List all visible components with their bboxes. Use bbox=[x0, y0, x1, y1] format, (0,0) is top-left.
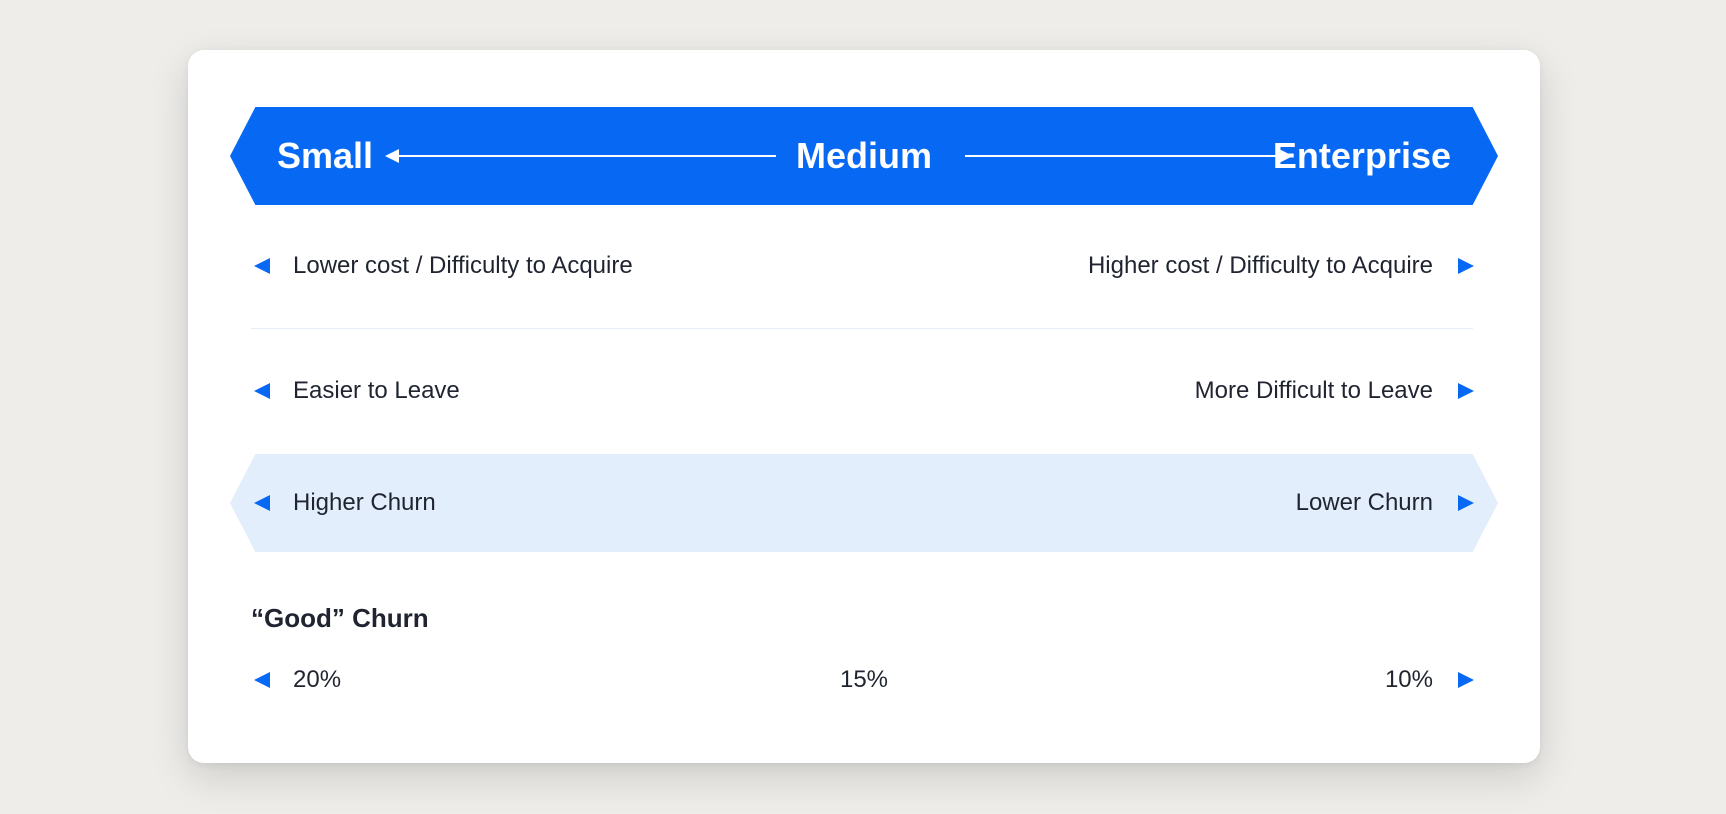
arrow-right-line bbox=[965, 155, 1283, 157]
triangle-left-icon bbox=[254, 495, 270, 511]
triangle-right-icon bbox=[1458, 383, 1474, 399]
size-spectrum-header: Small Medium Enterprise bbox=[230, 107, 1498, 205]
good-churn-enterprise-value: 10% bbox=[1384, 666, 1433, 693]
row-left-label: Higher Churn bbox=[293, 489, 436, 516]
good-churn-title: “Good” Churn bbox=[251, 603, 429, 633]
triangle-right-icon bbox=[1458, 672, 1474, 688]
header-enterprise-label: Enterprise bbox=[1272, 135, 1451, 176]
row-good-churn-values: 20% 15% 10% bbox=[230, 650, 1498, 710]
row-divider bbox=[251, 328, 1473, 329]
row-left-label: Lower cost / Difficulty to Acquire bbox=[293, 252, 633, 279]
row-churn-band: Higher Churn Lower Churn bbox=[230, 454, 1498, 552]
triangle-right-icon bbox=[1458, 495, 1474, 511]
row-acquisition-cost: Lower cost / Difficulty to Acquire Highe… bbox=[230, 236, 1498, 296]
row-right-label: Lower Churn bbox=[1295, 489, 1433, 516]
churn-card: Small Medium Enterprise Lower cost / Dif… bbox=[188, 50, 1540, 763]
page-background: Small Medium Enterprise Lower cost / Dif… bbox=[0, 0, 1726, 814]
triangle-right-icon bbox=[1458, 258, 1474, 274]
row-right-label: More Difficult to Leave bbox=[1194, 377, 1433, 404]
row-right-label: Higher cost / Difficulty to Acquire bbox=[1087, 252, 1433, 279]
triangle-left-icon bbox=[254, 383, 270, 399]
good-churn-medium-value: 15% bbox=[839, 666, 889, 693]
triangle-left-icon bbox=[254, 258, 270, 274]
row-leave-difficulty: Easier to Leave More Difficult to Leave bbox=[230, 361, 1498, 421]
row-left-label: Easier to Leave bbox=[293, 377, 460, 404]
